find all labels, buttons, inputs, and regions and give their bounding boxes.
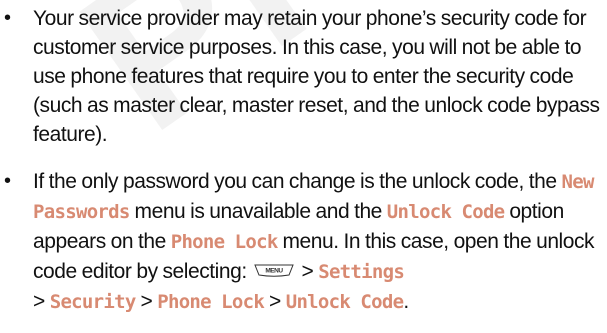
bullet-icon: • [4, 7, 11, 29]
bullet-list: • Your service provider may retain your … [0, 0, 607, 317]
unlock-code-option-name: Unlock Code [386, 201, 505, 223]
path-separator: > [264, 290, 286, 313]
bullet-text-part1: If the only password you can change is t… [33, 170, 562, 193]
path-separator: > [135, 290, 158, 313]
path-separator: > [33, 290, 50, 313]
menu-key-label: MENU [265, 267, 283, 274]
sentence-end: . [403, 290, 409, 313]
path-unlock-code: Unlock Code [285, 291, 404, 313]
menu-key-icon: MENU [253, 264, 294, 277]
bullet-text: Your service provider may retain your ph… [33, 7, 600, 146]
path-settings: Settings [318, 261, 405, 283]
bullet-icon: • [4, 170, 11, 192]
path-phone-lock: Phone Lock [157, 291, 265, 313]
phone-lock-menu-name: Phone Lock [170, 231, 279, 253]
bullet-text-part2: menu is unavailable and the [129, 200, 387, 223]
path-security: Security [49, 291, 137, 313]
path-separator: > [296, 260, 319, 283]
list-item: • Your service provider may retain your … [0, 4, 607, 149]
list-item: • If the only password you can change is… [0, 167, 607, 317]
